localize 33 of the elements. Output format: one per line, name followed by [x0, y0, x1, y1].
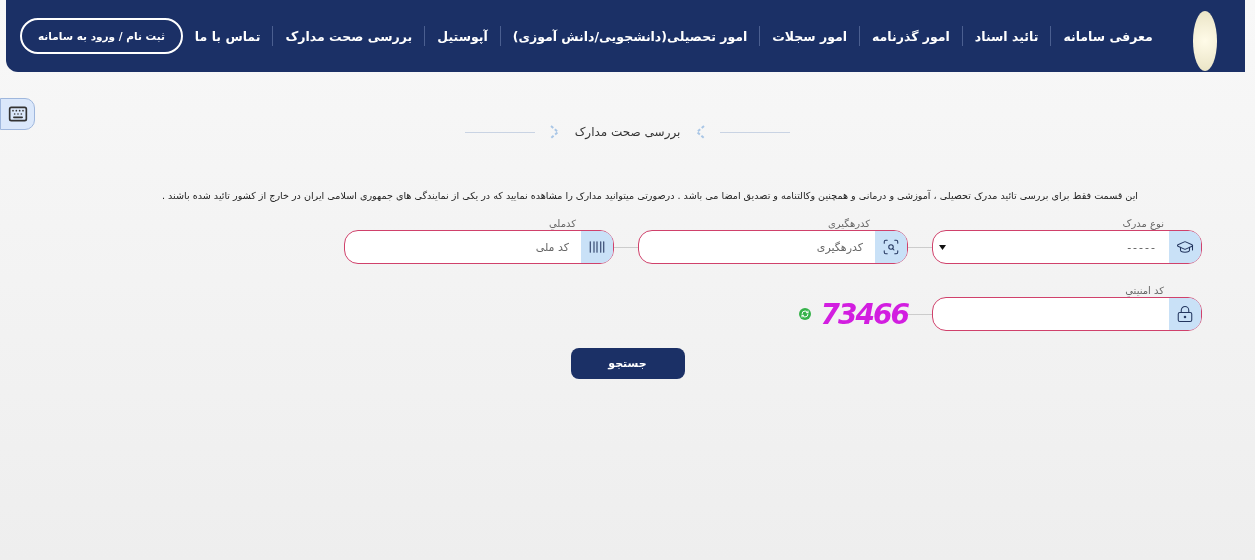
- input-field[interactable]: کد ملی: [344, 230, 614, 264]
- field-label: کدملي: [548, 218, 577, 230]
- field-label: کد امنيتي: [1124, 285, 1165, 297]
- input-field[interactable]: [932, 297, 1202, 331]
- nav-link[interactable]: امور گذرنامه: [860, 28, 962, 44]
- input-field[interactable]: کدرهگیری: [638, 230, 908, 264]
- lock-icon: [1176, 305, 1194, 323]
- nav-link[interactable]: تماس با ما: [182, 28, 273, 44]
- page-title: بررسی صحت مدارک: [574, 125, 681, 139]
- description-text: این قسمت فقط برای بررسی تائید مدرک تحصیلی ، آموزشی و درمانی و همچنین وکالتنامه و تصدیق امضا می باشد . درصورتی میتوانید مدارک را مشاهده نمایید که در یکی از نمایندگی های جمهوری اسلامی ایران در خارج از کشور تائید شده باشند .: [161, 189, 1138, 204]
- captcha-text: 73466: [820, 297, 908, 331]
- nav-link[interactable]: معرفی سامانه: [1051, 28, 1165, 44]
- nav-link[interactable]: بررسی صحت مدارک: [273, 28, 425, 44]
- nav-link[interactable]: تائید اسناد: [962, 28, 1051, 44]
- field-label: نوع مدرک: [1121, 218, 1165, 230]
- nav-link[interactable]: امور تحصیلی(دانشجویی/دانش آموزی): [500, 28, 760, 44]
- chevron-decoration-icon: [694, 124, 707, 140]
- barcode-icon: [588, 238, 606, 256]
- select-value: -----: [1127, 240, 1157, 254]
- keyboard-button[interactable]: [0, 98, 35, 130]
- input-field[interactable]: کد ملی: [345, 231, 581, 263]
- keyboard-icon: [7, 104, 28, 124]
- refresh-button[interactable]: [798, 308, 811, 320]
- input-field[interactable]: کدرهگیری: [639, 231, 875, 263]
- search-button[interactable]: جستجو: [570, 348, 685, 379]
- field-label: کدرهگیری: [827, 218, 871, 230]
- chevron-decoration-icon: [548, 124, 561, 140]
- nav-link[interactable]: آپوستیل: [425, 28, 500, 44]
- login-button[interactable]: ثبت نام / ورود به سامانه: [20, 18, 183, 54]
- nav-link[interactable]: امور سجلات: [760, 28, 860, 44]
- graduation-cap-icon: [1176, 238, 1194, 256]
- select-field[interactable]: -----: [932, 230, 1202, 264]
- dropdown-caret-icon: [939, 244, 946, 250]
